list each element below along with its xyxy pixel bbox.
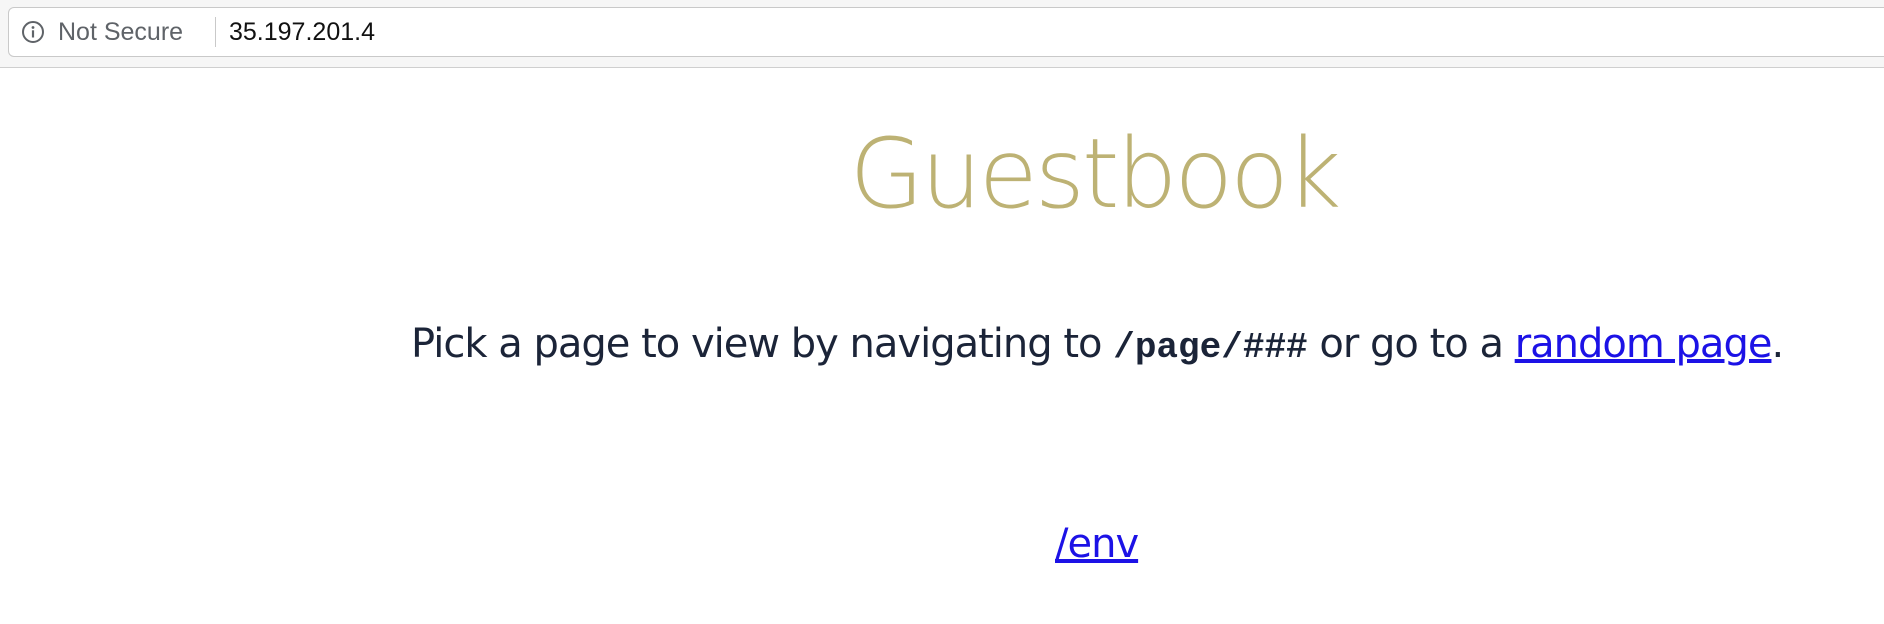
page-path-code: /page/### (1113, 327, 1308, 368)
info-icon[interactable] (21, 20, 45, 44)
url-text[interactable]: 35.197.201.4 (229, 18, 375, 46)
intro-text-start: Pick a page to view by navigating to (411, 321, 1114, 367)
page-title: Guestbook (849, 118, 1342, 230)
random-page-link[interactable]: random page (1515, 321, 1773, 367)
security-status-label[interactable]: Not Secure (58, 18, 183, 46)
address-bar[interactable]: Not Secure 35.197.201.4 (8, 7, 1884, 57)
env-link[interactable]: /env (1055, 518, 1139, 570)
address-divider (215, 17, 216, 47)
browser-toolbar: Not Secure 35.197.201.4 (0, 0, 1884, 68)
intro-text-middle: or go to a (1307, 321, 1515, 367)
intro-paragraph: Pick a page to view by navigating to /pa… (411, 318, 1784, 374)
intro-text-end: . (1771, 321, 1784, 367)
